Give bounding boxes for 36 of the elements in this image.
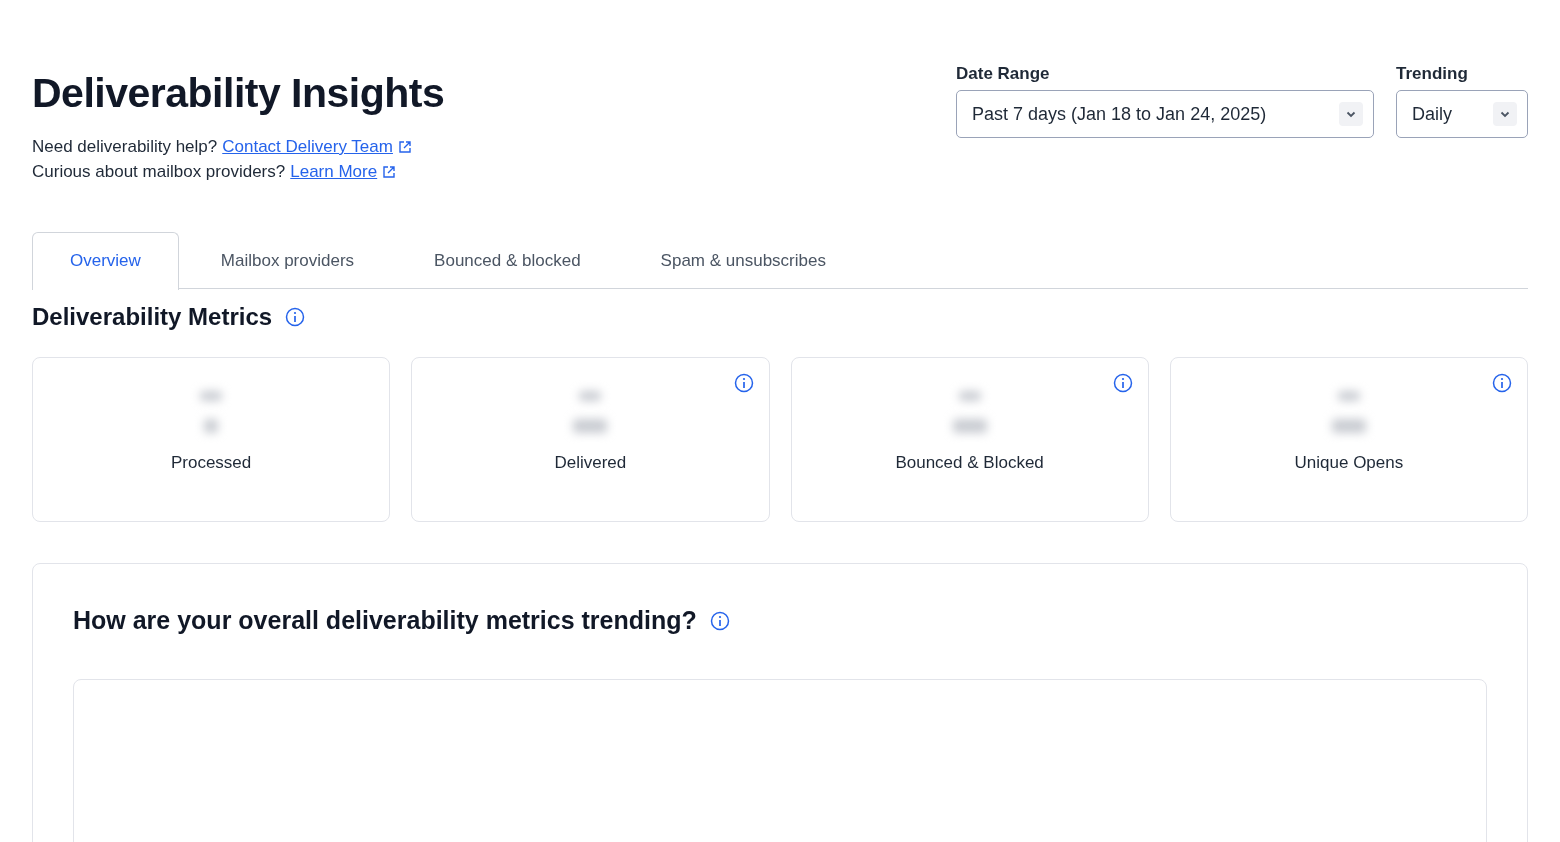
blurred-placeholder: [952, 419, 987, 433]
section-title: Deliverability Metrics: [32, 303, 273, 331]
tab[interactable]: Bounced & blocked: [396, 232, 619, 288]
blurred-placeholder: [1337, 391, 1360, 401]
external-link-icon: [397, 140, 412, 154]
blurred-placeholder: [579, 391, 602, 401]
section-title: How are your overall deliverability metrics trending?: [73, 606, 697, 635]
info-icon[interactable]: [1492, 373, 1512, 393]
info-icon[interactable]: [1112, 373, 1133, 393]
blurred-placeholder: [200, 391, 223, 401]
blurred-placeholder: [958, 391, 981, 401]
help-link[interactable]: Contact Delivery Team: [222, 137, 393, 157]
chevron-down-icon: [1339, 102, 1363, 126]
dropdown-select[interactable]: Past 7 days (Jan 18 to Jan 24, 2025): [956, 90, 1374, 138]
blurred-placeholder: [204, 419, 219, 433]
blurred-placeholder: [1331, 419, 1366, 433]
filter-label: Trending: [1396, 64, 1469, 84]
help-text: Need deliverability help?: [32, 137, 218, 157]
metric-label: Delivered: [554, 453, 627, 473]
metric-label: Unique Opens: [1294, 453, 1404, 473]
page-title: Deliverability Insights: [32, 70, 445, 117]
dropdown-select[interactable]: Daily: [1396, 90, 1528, 138]
help-text: Curious about mailbox providers?: [32, 162, 286, 182]
external-link-icon: [382, 165, 397, 179]
tab[interactable]: Spam & unsubscribes: [622, 232, 864, 288]
chevron-down-icon: [1493, 102, 1517, 126]
info-icon[interactable]: [285, 307, 306, 327]
blurred-placeholder: [573, 419, 608, 433]
tab[interactable]: Overview: [32, 232, 179, 290]
help-link[interactable]: Learn More: [290, 162, 378, 182]
metric-label: Bounced & Blocked: [895, 453, 1044, 473]
filter-label: Date Range: [956, 64, 1051, 84]
metric-label: Processed: [170, 453, 252, 473]
tab[interactable]: Mailbox providers: [182, 232, 393, 288]
info-icon[interactable]: [709, 610, 730, 631]
info-icon[interactable]: [733, 373, 754, 393]
